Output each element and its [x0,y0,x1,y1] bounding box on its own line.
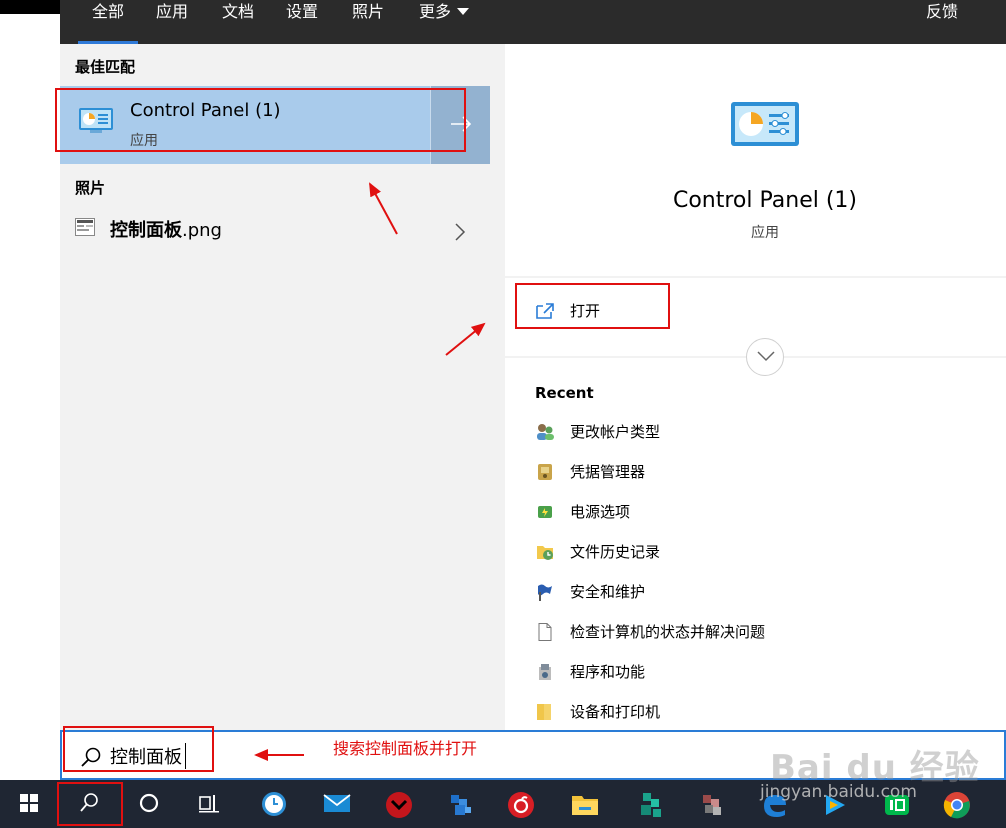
control-panel-icon [731,102,799,146]
tab-settings[interactable]: 设置 [274,0,330,44]
power-options-icon [538,506,552,518]
folder-icon [537,704,551,720]
tab-label: 照片 [351,2,384,21]
task-view-button[interactable] [186,780,234,828]
text-cursor [185,743,186,769]
open-external-icon [536,303,554,319]
results-pane: 最佳匹配 Control Panel (1) 应用 照片 控制面板.png [60,44,505,730]
recent-item[interactable]: 更改帐户类型 [535,416,995,450]
screen-edge [0,0,60,14]
recent-item-label: 安全和维护 [570,583,646,601]
taskbar-search-button[interactable] [66,780,114,828]
clock-app-icon [262,792,286,816]
open-details-button[interactable] [430,86,490,164]
desktop-background [0,14,60,780]
security-flag-icon [538,584,552,601]
recent-item-label: 设备和打印机 [570,703,661,721]
detail-header: Control Panel (1) 应用 [505,60,1006,276]
photo-name-ext: .png [182,220,222,241]
red-app-icon [386,792,412,818]
control-panel-icon [79,108,113,133]
detail-subtitle: 应用 [751,225,779,241]
recent-item-label: 电源选项 [570,503,631,521]
tab-apps[interactable]: 应用 [144,0,200,44]
chevron-down-icon [457,8,469,15]
recent-item-label: 程序和功能 [570,663,646,681]
search-icon [80,793,98,812]
tab-label: 设置 [285,2,318,21]
best-match-title: Control Panel (1) [130,100,281,121]
chevron-right-icon[interactable] [454,222,466,242]
tab-documents[interactable]: 文档 [210,0,266,44]
photo-result-name: 控制面板.png [110,216,222,242]
mosaic-app[interactable] [688,780,736,828]
recent-item-label: 文件历史记录 [570,543,661,561]
annotation-text: 搜索控制面板并打开 [333,739,478,758]
open-action[interactable]: 打开 [517,286,667,330]
tab-label: 全部 [91,2,124,21]
start-button[interactable] [6,780,54,828]
file-explorer-icon [572,796,598,815]
photos-heading: 照片 [75,179,106,197]
programs-icon [539,664,551,680]
arrow-right-icon [451,116,472,132]
photo-result[interactable]: 控制面板.png [60,210,490,250]
tab-photos[interactable]: 照片 [340,0,396,44]
blue-pixel-app[interactable] [436,780,484,828]
recent-section: Recent 更改帐户类型 凭据管理器 电源选项 文件历史记录 安全和维护 检查… [505,358,1006,730]
recent-item[interactable]: 凭据管理器 [535,456,995,490]
search-scope-tabs: 全部 应用 文档 设置 照片 更多 反馈 [60,0,1006,44]
search-input[interactable]: 控制面板 [110,743,182,769]
feedback-button[interactable]: 反馈 [916,0,968,44]
tab-label: 更多 [418,2,451,21]
image-file-icon [75,218,95,236]
best-match-result[interactable]: Control Panel (1) 应用 [60,86,490,164]
mail-icon [323,794,351,812]
recent-item-label: 凭据管理器 [570,463,646,481]
open-label: 打开 [570,302,601,320]
file-explorer[interactable] [560,780,608,828]
recent-item[interactable]: 安全和维护 [535,576,995,610]
document-icon [538,623,552,641]
expand-button[interactable] [746,338,784,376]
detail-pane: Control Panel (1) 应用 打开 Recent 更改帐户类型 凭据… [505,60,1006,730]
tab-label: 文档 [221,2,254,21]
chevron-down-icon [757,351,775,362]
cortana-button[interactable] [126,780,174,828]
search-icon [81,747,101,767]
recent-item[interactable]: 检查计算机的状态并解决问题 [535,616,995,650]
recent-item[interactable]: 设备和打印机 [535,696,995,730]
tab-all[interactable]: 全部 [78,0,138,44]
mail-app[interactable] [312,780,360,828]
feedback-label: 反馈 [925,2,958,21]
user-accounts-icon [537,424,554,440]
watermark-url: jingyan.baidu.com [760,782,917,802]
credential-manager-icon [538,464,552,480]
recent-item[interactable]: 程序和功能 [535,656,995,690]
netease-music-app[interactable] [496,780,544,828]
tab-more[interactable]: 更多 [408,0,480,44]
green-pixel-app[interactable] [626,780,674,828]
blue-pixel-icon [451,795,471,815]
tab-label: 应用 [155,2,188,21]
netease-music-icon [508,792,534,818]
windows-start-icon [20,794,38,812]
clock-app[interactable] [250,780,298,828]
cortana-icon [139,793,159,813]
best-match-heading: 最佳匹配 [75,58,136,76]
best-match-subtitle: 应用 [130,133,158,149]
recent-item[interactable]: 文件历史记录 [535,536,995,570]
recent-item-label: 更改帐户类型 [570,423,661,441]
recent-item[interactable]: 电源选项 [535,496,995,530]
red-app[interactable] [374,780,422,828]
file-history-icon [537,546,553,560]
photo-name-bold: 控制面板 [110,220,182,241]
chrome-icon [943,792,970,819]
green-pixel-icon [641,793,661,817]
task-view-icon [199,795,219,813]
recent-heading: Recent [535,384,594,402]
detail-title: Control Panel (1) [672,188,858,213]
recent-item-label: 检查计算机的状态并解决问题 [570,623,766,641]
mosaic-app-icon [703,795,721,815]
